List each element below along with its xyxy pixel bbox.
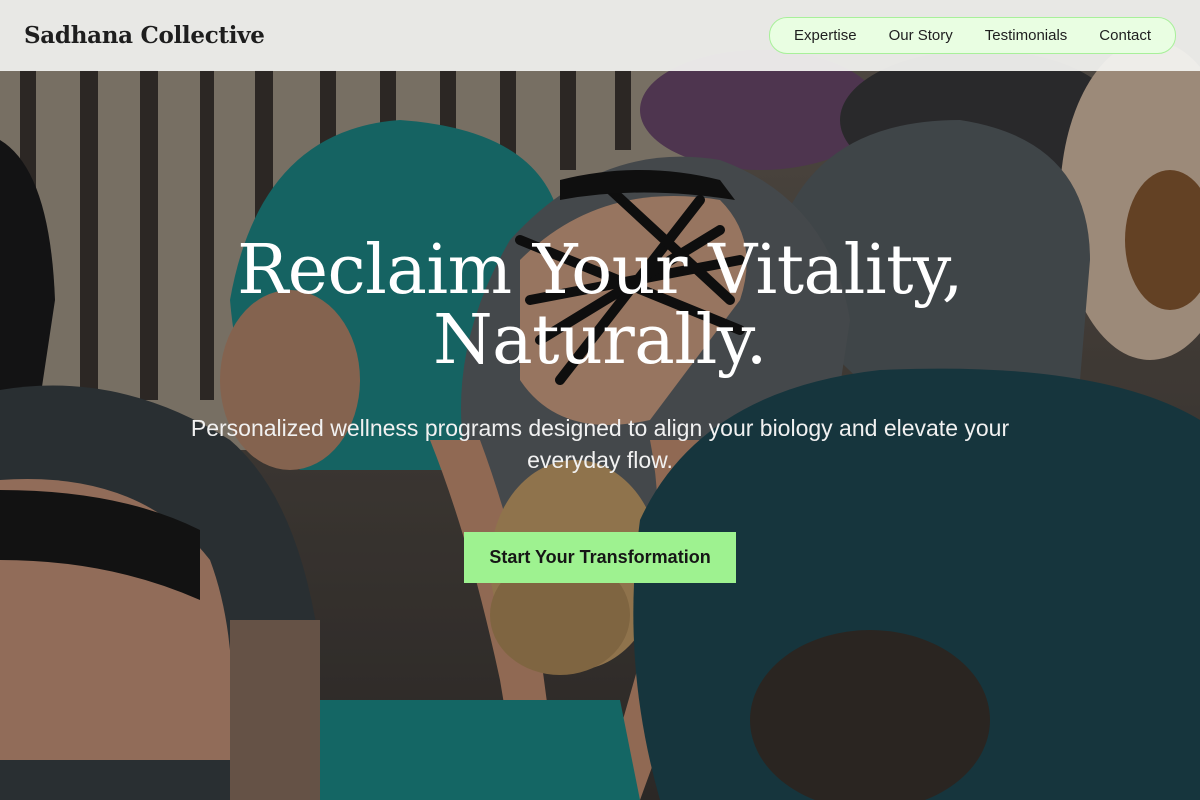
- hero-subtitle: Personalized wellness programs designed …: [190, 415, 1010, 473]
- brand-logo[interactable]: Sadhana Collective: [24, 22, 265, 49]
- nav-item-testimonials[interactable]: Testimonials: [985, 27, 1068, 44]
- main-navigation: Expertise Our Story Testimonials Contact: [769, 17, 1176, 54]
- start-transformation-button[interactable]: Start Your Transformation: [464, 532, 736, 583]
- nav-item-contact[interactable]: Contact: [1099, 27, 1151, 44]
- hero-title: Reclaim Your Vitality, Naturally.: [150, 236, 1050, 376]
- nav-item-our-story[interactable]: Our Story: [889, 27, 953, 44]
- hero-title-line-2: Naturally.: [433, 301, 767, 380]
- site-header: Sadhana Collective Expertise Our Story T…: [0, 0, 1200, 71]
- hero-section: Reclaim Your Vitality, Naturally. Person…: [0, 236, 1200, 583]
- nav-item-expertise[interactable]: Expertise: [794, 27, 857, 44]
- hero-title-line-1: Reclaim Your Vitality,: [237, 231, 963, 310]
